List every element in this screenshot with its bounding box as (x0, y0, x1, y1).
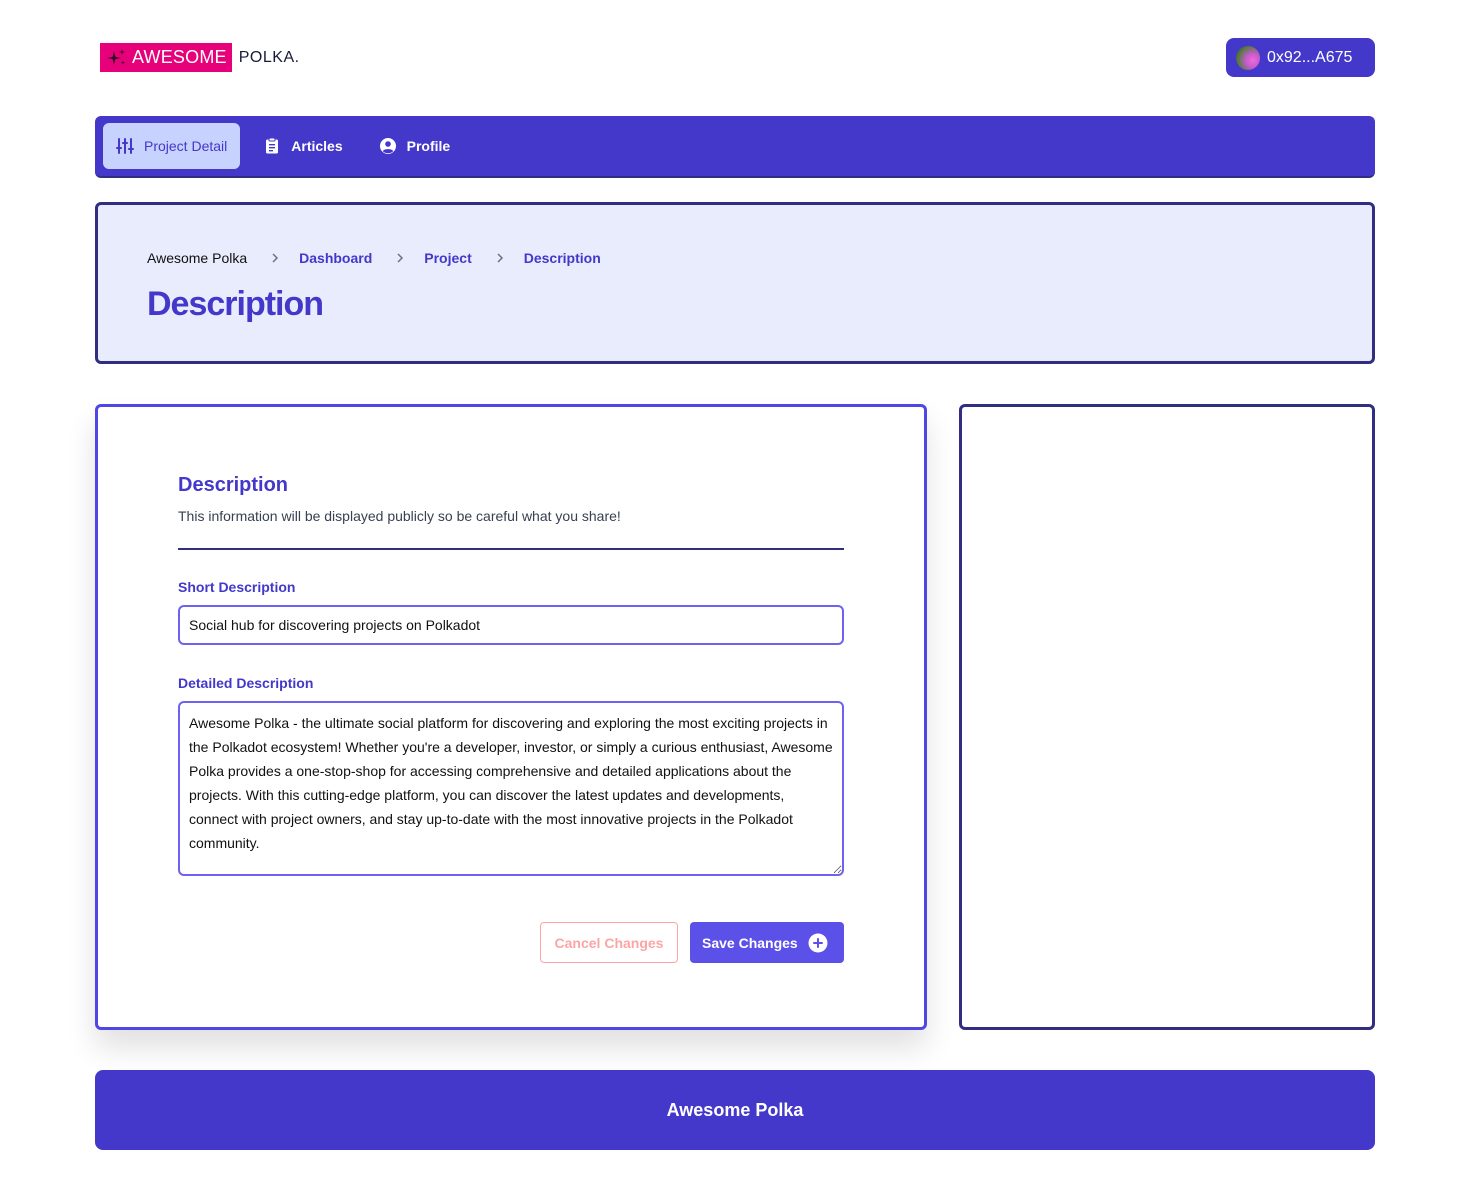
logo-badge: AWESOME (100, 43, 232, 72)
breadcrumb-item-dashboard[interactable]: Dashboard (299, 250, 372, 266)
breadcrumb-item-project[interactable]: Project (424, 250, 471, 266)
footer-text: Awesome Polka (666, 1099, 804, 1120)
form-section-subtitle: This information will be displayed publi… (178, 508, 621, 524)
save-button-label: Save Changes (702, 934, 798, 951)
logo[interactable]: AWESOME POLKA. (100, 43, 300, 72)
chevron-right-icon (272, 253, 279, 263)
short-description-label: Short Description (178, 579, 296, 595)
nav-label: Profile (406, 138, 451, 154)
breadcrumb-item-home[interactable]: Awesome Polka (147, 250, 247, 266)
cancel-button-label: Cancel Changes (554, 934, 664, 951)
chevron-right-icon (497, 253, 503, 263)
detailed-description-textarea[interactable]: Awesome Polka - the ultimate social plat… (178, 701, 844, 876)
breadcrumb: Awesome Polka Dashboard Project Descript… (147, 250, 601, 266)
sparkle-icon (107, 48, 126, 65)
nav-item-articles[interactable]: Articles (250, 123, 355, 169)
wallet-button[interactable]: 0x92...A675 (1226, 38, 1375, 77)
breadcrumb-item-description[interactable]: Description (524, 250, 601, 266)
nav-item-profile[interactable]: Profile (366, 123, 464, 169)
logo-text-main: AWESOME (132, 47, 227, 67)
side-panel (959, 404, 1375, 1030)
user-circle-icon (379, 137, 397, 155)
save-changes-button[interactable]: Save Changes (690, 922, 844, 963)
main-nav: Project Detail Articles Profile (95, 116, 1375, 178)
wallet-address: 0x92...A675 (1267, 48, 1353, 66)
clipboard-icon (263, 137, 281, 155)
nav-label: Project Detail (144, 138, 228, 154)
nav-label: Articles (291, 138, 343, 154)
sliders-icon (116, 137, 134, 155)
detailed-description-label: Detailed Description (178, 675, 314, 691)
logo-text-suffix: POLKA. (238, 48, 300, 66)
footer: Awesome Polka (95, 1070, 1375, 1150)
divider (178, 548, 844, 550)
page-title: Description (147, 285, 324, 323)
form-section-title: Description (178, 474, 289, 496)
short-description-input[interactable] (178, 605, 844, 645)
page-header-card: Awesome Polka Dashboard Project Descript… (95, 202, 1375, 364)
plus-circle-icon (808, 933, 828, 952)
chevron-right-icon (397, 253, 404, 263)
avatar (1236, 45, 1260, 70)
description-form-card: Description This information will be dis… (95, 404, 927, 1030)
nav-item-project-detail[interactable]: Project Detail (103, 123, 241, 169)
cancel-changes-button[interactable]: Cancel Changes (540, 922, 678, 963)
